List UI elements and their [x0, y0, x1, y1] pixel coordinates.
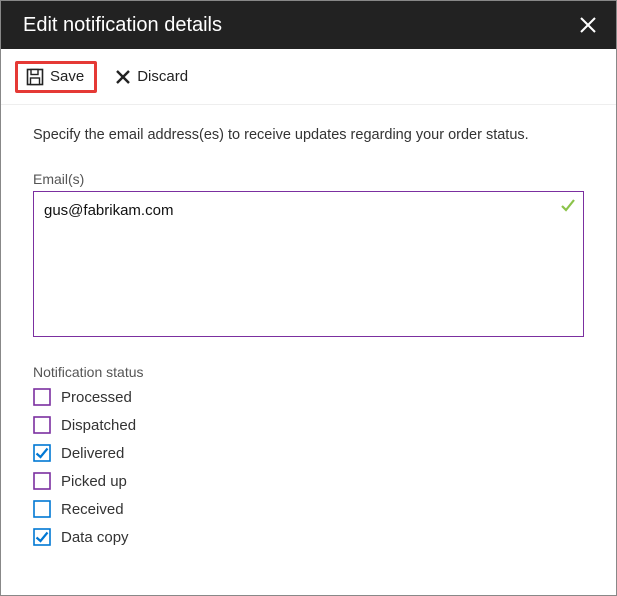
status-checkbox-row[interactable]: Picked up: [33, 472, 584, 490]
emails-label: Email(s): [33, 171, 584, 187]
content: Specify the email address(es) to receive…: [1, 105, 616, 546]
checkbox-icon: [33, 416, 51, 434]
titlebar: Edit notification details: [1, 1, 616, 49]
checkbox-icon: [33, 500, 51, 518]
status-checkbox-label: Delivered: [61, 445, 124, 462]
status-checkbox-label: Data copy: [61, 529, 129, 546]
toolbar: Save Discard: [1, 49, 616, 105]
checkbox-icon: [33, 444, 51, 462]
titlebar-title: Edit notification details: [23, 14, 222, 37]
close-icon: [580, 17, 596, 33]
checkbox-icon: [33, 528, 51, 546]
save-icon: [26, 68, 44, 86]
status-checkbox-row[interactable]: Delivered: [33, 444, 584, 462]
status-list: Processed Dispatched Delivered Picked up Rec…: [33, 388, 584, 546]
status-checkbox-row[interactable]: Processed: [33, 388, 584, 406]
close-button[interactable]: [576, 13, 600, 37]
status-checkbox-row[interactable]: Dispatched: [33, 416, 584, 434]
notification-status-label: Notification status: [33, 364, 584, 380]
description-text: Specify the email address(es) to receive…: [33, 127, 584, 143]
status-checkbox-label: Picked up: [61, 473, 127, 490]
status-checkbox-label: Dispatched: [61, 417, 136, 434]
status-checkbox-row[interactable]: Data copy: [33, 528, 584, 546]
save-button-label: Save: [50, 68, 84, 85]
emails-input[interactable]: [33, 191, 584, 337]
status-checkbox-label: Received: [61, 501, 124, 518]
checkbox-icon: [33, 388, 51, 406]
save-button[interactable]: Save: [15, 61, 97, 93]
checkbox-icon: [33, 472, 51, 490]
discard-button-label: Discard: [137, 68, 188, 85]
status-checkbox-label: Processed: [61, 389, 132, 406]
status-checkbox-row[interactable]: Received: [33, 500, 584, 518]
discard-icon: [115, 69, 131, 85]
discard-button[interactable]: Discard: [105, 62, 198, 91]
